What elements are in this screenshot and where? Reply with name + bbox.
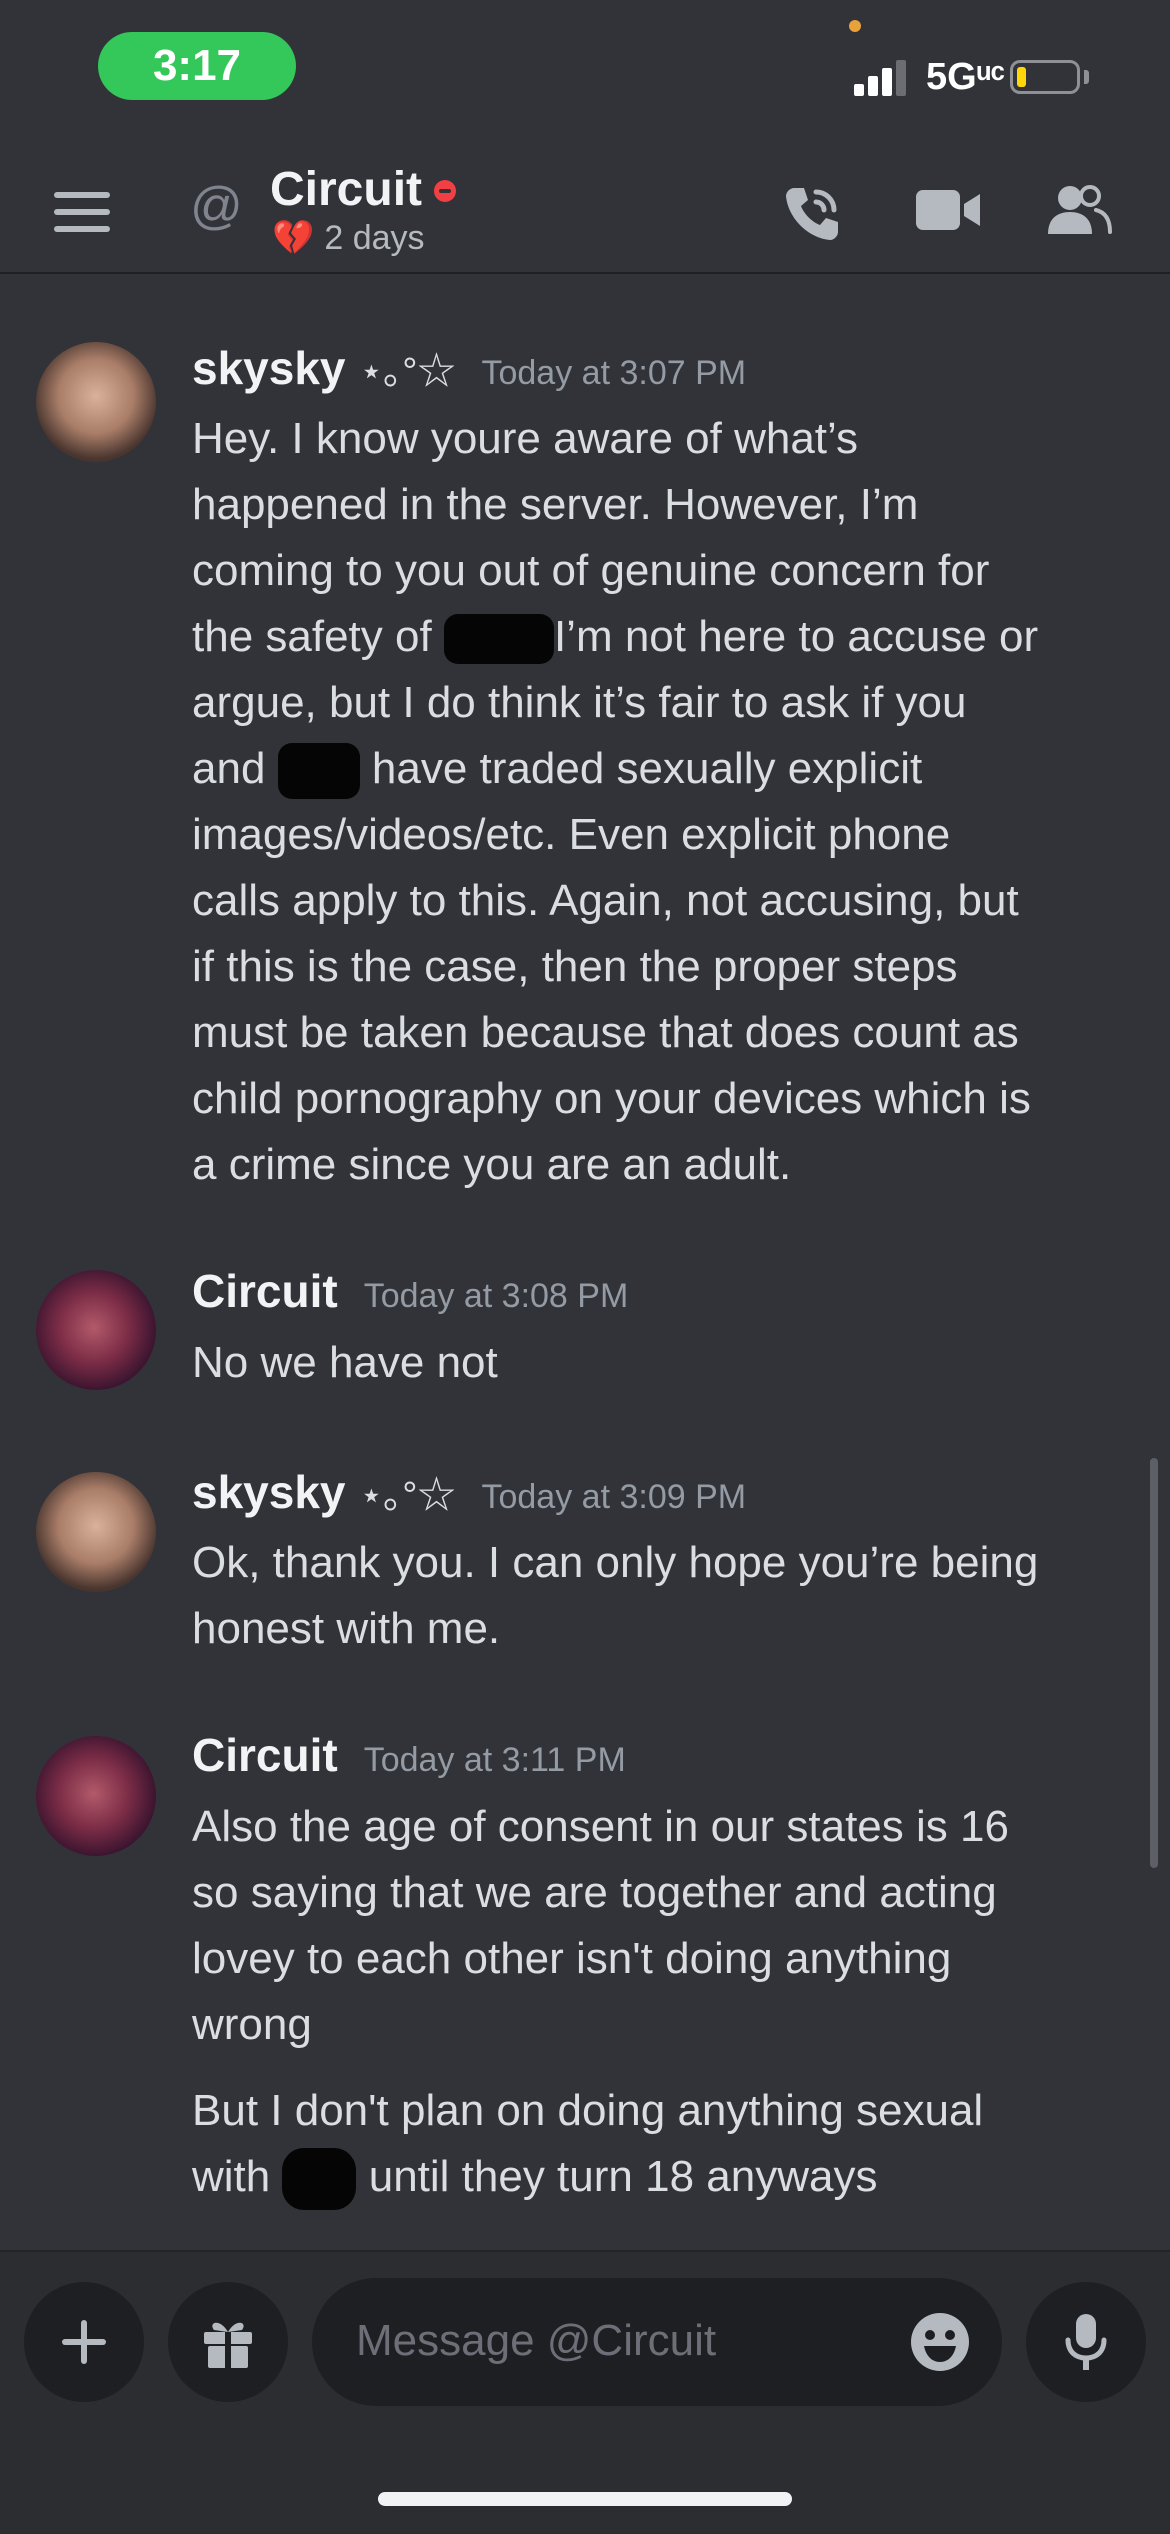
message-line: Ok, thank you. I can only hope you’re be… — [192, 1538, 1039, 1587]
message-line: the safety of — [192, 612, 432, 661]
add-attachment-button[interactable] — [24, 2282, 144, 2402]
author-name[interactable]: Circuit — [192, 1265, 338, 1317]
message-line: so saying that we are together and actin… — [192, 1868, 997, 1917]
redacted-name — [277, 743, 360, 800]
message-content: Ok, thank you. I can only hope you’re be… — [192, 1530, 1132, 1662]
message-author-row: skysky ⋆｡°☆ Today at 3:09 PM — [192, 1464, 746, 1519]
message-content: But I don't plan on doing anything sexua… — [192, 2078, 1132, 2211]
custom-status: 💔 2 days — [272, 218, 425, 258]
redacted-name — [282, 2148, 357, 2211]
avatar[interactable] — [36, 342, 156, 462]
message-line: lovey to each other isn't doing anything — [192, 1934, 952, 1983]
message-timestamp: Today at 3:07 PM — [481, 354, 747, 392]
emoji-icon[interactable] — [908, 2310, 972, 2374]
message-content: Hey. I know youre aware of what’s happen… — [192, 406, 1132, 1198]
video-camera-icon[interactable] — [912, 180, 984, 240]
author-decoration: ⋆｡°☆ — [359, 351, 456, 393]
gift-button[interactable] — [168, 2282, 288, 2402]
message-content: No we have not — [192, 1330, 1132, 1396]
hamburger-menu-icon[interactable] — [54, 192, 110, 232]
message-line: Also the age of consent in our states is… — [192, 1802, 1009, 1851]
message-author-row: skysky ⋆｡°☆ Today at 3:07 PM — [192, 340, 746, 395]
custom-status-text: 2 days — [324, 219, 425, 257]
cellular-signal-icon — [854, 58, 910, 96]
message-timestamp: Today at 3:08 PM — [363, 1277, 629, 1315]
message-line: argue, but I do think it’s fair to ask i… — [192, 678, 967, 727]
broken-heart-icon: 💔 — [272, 219, 315, 257]
message-line: have traded sexually explicit — [371, 744, 923, 793]
avatar[interactable] — [36, 1472, 156, 1592]
message-timestamp: Today at 3:11 PM — [363, 1741, 626, 1779]
scrollbar[interactable] — [1150, 1458, 1158, 1868]
message-line: wrong — [192, 2000, 312, 2049]
at-sign-icon: @ — [190, 177, 243, 235]
author-name[interactable]: Circuit — [192, 1729, 338, 1781]
message-content: Also the age of consent in our states is… — [192, 1794, 1132, 2058]
message-input-placeholder: Message @Circuit — [356, 2316, 717, 2365]
message-line: with — [192, 2152, 271, 2201]
author-name[interactable]: skysky — [192, 1466, 346, 1518]
author-name[interactable]: skysky — [192, 342, 346, 394]
battery-icon — [1010, 60, 1080, 94]
channel-title[interactable]: Circuit — [270, 162, 422, 217]
message-line: I’m not here to accuse or — [553, 612, 1039, 661]
message-input[interactable]: Message @Circuit — [312, 2278, 1002, 2406]
message-line: happened in the server. However, I’m — [192, 480, 919, 529]
message-line: calls apply to this. Again, not accusing… — [192, 876, 1019, 925]
battery-tip — [1084, 70, 1089, 84]
message-line: images/videos/etc. Even explicit phone — [192, 810, 951, 859]
message-line: child pornography on your devices which … — [192, 1074, 1031, 1123]
network-type: 5Gᵘᶜ — [926, 56, 1006, 98]
avatar[interactable] — [36, 1736, 156, 1856]
message-line: coming to you out of genuine concern for — [192, 546, 990, 595]
message-line: Hey. I know youre aware of what’s — [192, 414, 859, 463]
voice-message-button[interactable] — [1026, 2282, 1146, 2402]
members-icon[interactable] — [1046, 180, 1112, 240]
message-line: honest with me. — [192, 1604, 501, 1653]
mic-in-use-indicator — [849, 20, 861, 32]
gift-icon — [204, 2322, 252, 2368]
status-time: 3:17 — [98, 32, 296, 100]
message-author-row: Circuit Today at 3:11 PM — [192, 1728, 626, 1782]
home-indicator[interactable] — [378, 2492, 792, 2506]
message-line: But I don't plan on doing anything sexua… — [192, 2086, 984, 2135]
message-line: if this is the case, then the proper ste… — [192, 942, 958, 991]
redacted-name — [443, 614, 554, 665]
message-line: a crime since you are an adult. — [192, 1140, 792, 1189]
phone-call-icon[interactable] — [780, 180, 846, 246]
status-bar: 3:17 5Gᵘᶜ — [0, 0, 1170, 140]
message-line: until they turn 18 anyways — [368, 2152, 878, 2201]
channel-header: @ Circuit 💔 2 days — [0, 140, 1170, 274]
message-line: must be taken because that does count as — [192, 1008, 1019, 1057]
do-not-disturb-icon — [434, 180, 456, 202]
message-line: and — [192, 744, 266, 793]
microphone-icon — [1065, 2314, 1107, 2370]
message-line: No we have not — [192, 1338, 498, 1387]
avatar[interactable] — [36, 1270, 156, 1390]
message-timestamp: Today at 3:09 PM — [481, 1478, 747, 1516]
author-decoration: ⋆｡°☆ — [359, 1475, 456, 1517]
message-author-row: Circuit Today at 3:08 PM — [192, 1264, 628, 1318]
